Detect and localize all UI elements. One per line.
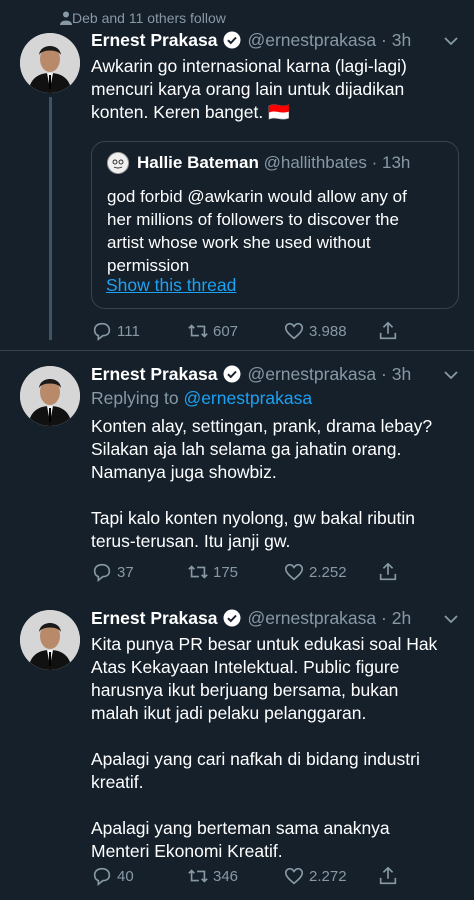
like-count: 2.252	[309, 563, 347, 581]
share-icon	[379, 321, 397, 340]
tweet[interactable]: Ernest Prakasa @ernestprakasa · 2h Kita …	[0, 591, 474, 900]
like-count: 3.988	[309, 322, 347, 340]
avatar[interactable]	[20, 610, 80, 670]
tweet-time[interactable]: 3h	[392, 30, 411, 51]
reply-count: 111	[117, 322, 140, 340]
like-icon	[284, 867, 304, 885]
replying-to-label: Replying to	[91, 388, 179, 408]
share-icon	[379, 866, 397, 885]
reply-button[interactable]: 40	[91, 864, 134, 888]
quoted-time: 13h	[382, 153, 411, 172]
share-icon	[379, 562, 397, 581]
avatar[interactable]	[20, 33, 80, 93]
tweet-actions: 40 346 2.272	[91, 864, 421, 888]
reply-icon	[93, 867, 111, 886]
quoted-header: Hallie Bateman @hallithbates · 13h	[107, 152, 410, 174]
like-icon	[284, 322, 304, 340]
tweet[interactable]: Ernest Prakasa @ernestprakasa · 3h Awkar…	[0, 0, 474, 350]
like-count: 2.272	[309, 867, 347, 885]
retweet-button[interactable]: 607	[187, 319, 238, 343]
quoted-author-name: Hallie Bateman	[137, 153, 259, 172]
show-thread-link[interactable]: Show this thread	[106, 275, 236, 295]
share-button[interactable]	[377, 319, 403, 343]
tweet-header: Ernest Prakasa @ernestprakasa · 3h	[91, 29, 412, 51]
retweet-count: 607	[213, 322, 239, 340]
reply-count: 37	[117, 563, 134, 581]
author-name[interactable]: Ernest Prakasa	[91, 30, 217, 51]
reply-count: 40	[117, 867, 134, 885]
reply-icon	[93, 322, 111, 341]
replying-to-handle[interactable]: @ernestprakasa	[183, 388, 312, 408]
retweet-count: 175	[213, 563, 239, 581]
like-icon	[284, 563, 304, 581]
chevron-down-icon[interactable]	[444, 370, 458, 380]
author-name[interactable]: Ernest Prakasa	[91, 608, 217, 629]
retweet-button[interactable]: 346	[187, 864, 238, 888]
quoted-author-handle: @hallithbates	[263, 153, 367, 172]
avatar[interactable]	[20, 366, 80, 426]
retweet-icon	[188, 565, 208, 579]
retweet-count: 346	[213, 867, 239, 885]
author-handle[interactable]: @ernestprakasa	[247, 608, 376, 629]
tweet-actions: 37 175 2.252	[91, 560, 421, 584]
tweet-text: Kita punya PR besar untuk edukasi soal H…	[91, 634, 438, 861]
like-button[interactable]: 2.252	[283, 560, 347, 584]
thread-line	[49, 97, 52, 340]
retweet-icon	[188, 869, 208, 883]
chevron-down-icon[interactable]	[444, 36, 458, 46]
author-name[interactable]: Ernest Prakasa	[91, 364, 217, 385]
chevron-down-icon[interactable]	[444, 614, 458, 624]
tweet-actions: 111 607 3.988	[91, 319, 421, 343]
quoted-text: god forbid @awkarin would allow any of h…	[107, 187, 407, 275]
like-button[interactable]: 3.988	[283, 319, 347, 343]
like-button[interactable]: 2.272	[283, 864, 347, 888]
tweet-header: Ernest Prakasa @ernestprakasa · 3h	[91, 363, 412, 385]
tweet-text: Konten alay, settingan, prank, drama leb…	[91, 416, 433, 551]
verified-icon	[223, 609, 241, 627]
author-handle[interactable]: @ernestprakasa	[247, 364, 376, 385]
author-handle[interactable]: @ernestprakasa	[247, 30, 376, 51]
tweet-header: Ernest Prakasa @ernestprakasa · 2h	[91, 607, 412, 629]
tweet-text: Awkarin go internasional karna (lagi-lag…	[91, 56, 407, 122]
verified-icon	[223, 31, 241, 49]
retweet-icon	[188, 324, 208, 338]
reply-button[interactable]: 111	[91, 319, 140, 343]
tweet-time[interactable]: 2h	[392, 608, 411, 629]
tweet-time[interactable]: 3h	[392, 364, 411, 385]
reply-button[interactable]: 37	[91, 560, 134, 584]
share-button[interactable]	[377, 560, 403, 584]
replying-to: Replying to @ernestprakasa	[91, 387, 460, 410]
reply-icon	[93, 563, 111, 582]
tweet[interactable]: Ernest Prakasa @ernestprakasa · 3h Reply…	[0, 351, 474, 591]
quoted-avatar	[107, 152, 129, 174]
verified-icon	[223, 365, 241, 383]
share-button[interactable]	[377, 864, 403, 888]
retweet-button[interactable]: 175	[187, 560, 238, 584]
